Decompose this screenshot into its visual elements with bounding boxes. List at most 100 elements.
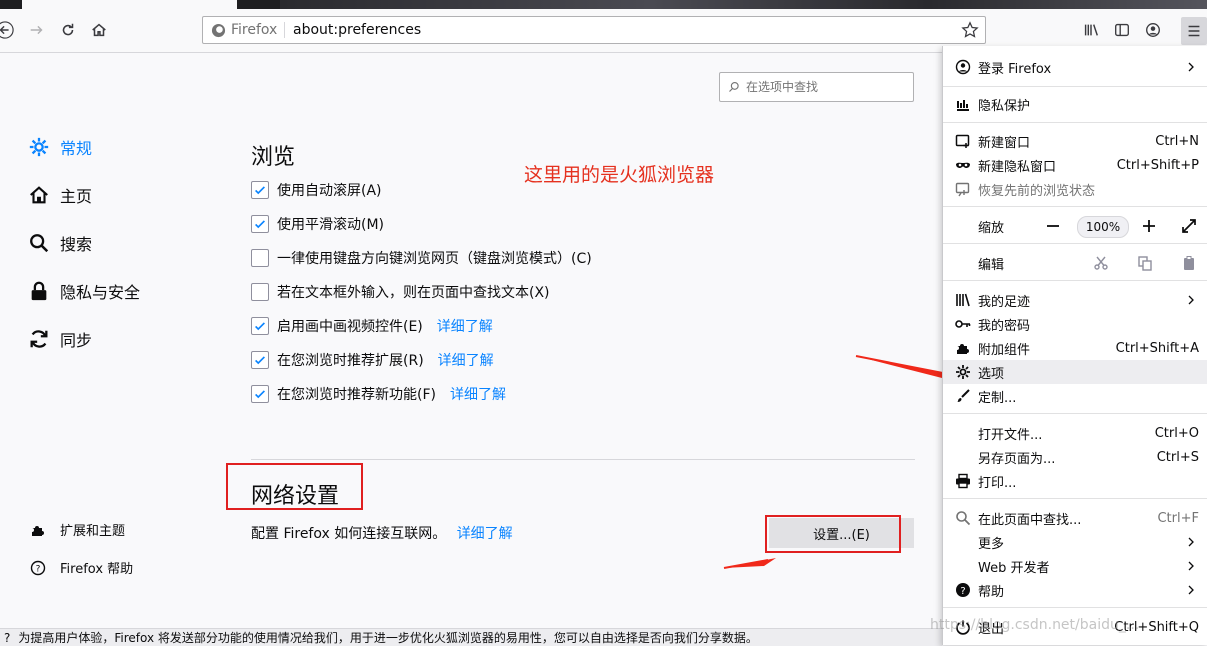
identity-label: Firefox [231, 22, 278, 38]
zoom-out-button[interactable] [1043, 216, 1063, 236]
bookmark-star-icon[interactable] [961, 21, 979, 39]
menu-privacy-protections[interactable]: 隐私保护 [943, 92, 1207, 116]
menu-new-private-window[interactable]: 新建隐私窗口 Ctrl+Shift+P [943, 153, 1207, 177]
chevron-right-icon [1188, 295, 1194, 305]
chevron-right-icon [1188, 537, 1194, 547]
menu-customize[interactable]: 定制... [943, 384, 1207, 408]
restore-session-icon [955, 182, 970, 197]
menu-separator [943, 280, 1207, 281]
active-tab[interactable] [22, 0, 237, 9]
option-recommend-features[interactable]: 在您浏览时推荐新功能(F) 详细了解 [251, 383, 506, 405]
learn-more-link[interactable]: 详细了解 [438, 350, 494, 370]
url-text[interactable]: about:preferences [293, 17, 421, 43]
cut-button[interactable] [1091, 253, 1111, 273]
home-icon [92, 23, 106, 37]
preferences-search[interactable] [719, 72, 914, 102]
zoom-reset-button[interactable]: 100% [1077, 216, 1129, 238]
browsing-heading: 浏览 [251, 145, 296, 170]
option-picture-in-picture[interactable]: 启用画中画视频控件(E) 详细了解 [251, 315, 493, 337]
category-privacy[interactable]: 隐私与安全 [28, 278, 140, 304]
checkbox[interactable] [251, 385, 269, 403]
category-general[interactable]: 常规 [28, 134, 92, 160]
checkbox[interactable] [251, 215, 269, 233]
sidebar-icon [1115, 23, 1129, 37]
menu-shortcut: Ctrl+Shift+P [1116, 157, 1199, 173]
menu-open-file[interactable]: 打开文件... Ctrl+O [943, 421, 1207, 445]
category-home[interactable]: 主页 [28, 182, 92, 208]
svg-text:?: ? [960, 586, 965, 597]
private-mask-icon [956, 162, 970, 168]
menu-more[interactable]: 更多 [943, 530, 1207, 554]
account-icon [1146, 23, 1160, 37]
account-button[interactable] [1140, 17, 1166, 43]
scissors-icon [1094, 256, 1108, 270]
category-label: 同步 [60, 331, 93, 350]
learn-more-link[interactable]: 详细了解 [450, 384, 506, 404]
menu-web-developer[interactable]: Web 开发者 [943, 554, 1207, 578]
menu-separator [943, 243, 1207, 244]
option-smooth-scroll[interactable]: 使用平滑滚动(M) [251, 213, 384, 235]
home-button[interactable] [86, 17, 112, 43]
menu-library[interactable]: 我的足迹 [943, 288, 1207, 312]
menu-shortcut: Ctrl+F [1157, 510, 1199, 526]
search-input[interactable] [744, 79, 908, 95]
category-label: 隐私与安全 [60, 283, 141, 302]
menu-find-in-page[interactable]: 在此页面中查找... Ctrl+F [943, 506, 1207, 530]
copy-icon [1138, 256, 1152, 271]
checkbox[interactable] [251, 249, 269, 267]
learn-more-link[interactable]: 详细了解 [437, 316, 493, 336]
firefox-help-link[interactable]: ? Firefox 帮助 [30, 558, 133, 577]
option-search-on-type[interactable]: 若在文本框外输入，则在页面中查找文本(X) [251, 281, 550, 303]
menu-save-page[interactable]: 另存页面为... Ctrl+S [943, 445, 1207, 469]
fullscreen-button[interactable] [1179, 216, 1199, 236]
identity-box[interactable]: Firefox [211, 17, 277, 43]
option-autoscroll[interactable]: 使用自动滚屏(A) [251, 179, 382, 201]
menu-logins[interactable]: 我的密码 [943, 312, 1207, 336]
checkbox[interactable] [251, 351, 269, 369]
network-description: 配置 Firefox 如何连接互联网。 详细了解 [251, 523, 513, 543]
checkbox[interactable] [251, 283, 269, 301]
menu-options[interactable]: 选项 [943, 360, 1207, 384]
paste-button[interactable] [1179, 253, 1199, 273]
option-recommend-extensions[interactable]: 在您浏览时推荐扩展(R) 详细了解 [251, 349, 494, 371]
back-button[interactable] [0, 17, 18, 43]
reload-button[interactable] [55, 17, 81, 43]
help-icon: ? [956, 583, 970, 597]
menu-label: 附加组件 [978, 342, 1031, 358]
sidebar-toggle-button[interactable] [1109, 17, 1135, 43]
option-label: 使用平滑滚动(M) [277, 217, 385, 233]
option-caret-browsing[interactable]: 一律使用键盘方向键浏览网页（键盘浏览模式）(C) [251, 247, 592, 269]
library-icon [1084, 24, 1098, 36]
menu-addons[interactable]: 附加组件 Ctrl+Shift+A [943, 336, 1207, 360]
checkmark-icon [255, 390, 265, 399]
info-icon: ? [4, 631, 11, 645]
menu-signin[interactable]: 登录 Firefox [943, 55, 1207, 79]
app-menu-button[interactable] [1181, 17, 1207, 45]
menu-restore-session[interactable]: 恢复先前的浏览状态 [943, 177, 1207, 201]
network-learn-more-link[interactable]: 详细了解 [457, 526, 513, 542]
url-bar[interactable]: Firefox about:preferences [202, 16, 986, 44]
checkbox[interactable] [251, 181, 269, 199]
printer-icon [956, 473, 970, 489]
library-button[interactable] [1078, 17, 1104, 43]
menu-help[interactable]: ? 帮助 [943, 578, 1207, 602]
checkmark-icon [255, 186, 265, 195]
puzzle-icon [957, 344, 969, 354]
extensions-themes-link[interactable]: 扩展和主题 [30, 520, 125, 539]
chevron-right-icon [1188, 62, 1194, 72]
puzzle-icon [32, 525, 44, 536]
checkbox[interactable] [251, 317, 269, 335]
menu-label: 我的足迹 [978, 294, 1031, 310]
category-search[interactable]: 搜索 [28, 230, 92, 256]
option-label: 在您浏览时推荐新功能(F) [277, 387, 436, 403]
menu-label: Web 开发者 [978, 560, 1050, 576]
category-sync[interactable]: 同步 [28, 326, 92, 352]
menu-label: 恢复先前的浏览状态 [978, 183, 1096, 199]
copy-button[interactable] [1135, 253, 1155, 273]
menu-new-window[interactable]: 新建窗口 Ctrl+N [943, 129, 1207, 153]
highlight-box-button [765, 515, 901, 553]
forward-button[interactable] [24, 17, 50, 43]
menu-label: 在此页面中查找... [978, 512, 1082, 528]
zoom-in-button[interactable] [1139, 216, 1159, 236]
menu-print[interactable]: 打印... [943, 469, 1207, 493]
